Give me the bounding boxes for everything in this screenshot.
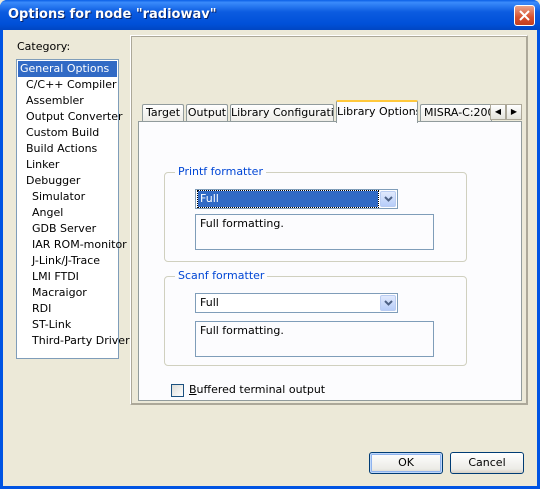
window-title: Options for node "radiowav" — [8, 7, 217, 22]
category-item-lmi-ftdi[interactable]: LMI FTDI — [18, 269, 117, 285]
cancel-button[interactable]: Cancel — [450, 452, 524, 474]
printf-description: Full formatting. — [195, 214, 434, 250]
category-item-build-actions[interactable]: Build Actions — [18, 141, 117, 157]
tab-library-options[interactable]: Library Options — [336, 100, 418, 123]
category-item-general-options[interactable]: General Options — [18, 61, 117, 77]
category-item-iar-rom-monitor[interactable]: IAR ROM-monitor — [18, 237, 127, 253]
tab-scroll-right-button[interactable]: ▶ — [506, 104, 522, 120]
tab-scroll-left-button[interactable]: ◀ — [490, 104, 506, 120]
tab-misra-c[interactable]: MISRA-C:2004 — [420, 104, 492, 122]
category-item-gdb-server[interactable]: GDB Server — [18, 221, 117, 237]
category-item-c-c-compiler[interactable]: C/C++ Compiler — [18, 77, 117, 93]
category-list[interactable]: General Options C/C++ Compiler Assembler Ou… — [16, 59, 130, 359]
tab-target[interactable]: Target — [142, 104, 184, 122]
tab-output[interactable]: Output — [186, 104, 228, 122]
category-item-custom-build[interactable]: Custom Build — [18, 125, 117, 141]
category-item-assembler[interactable]: Assembler — [18, 93, 117, 109]
close-button[interactable] — [514, 5, 535, 26]
category-item-linker[interactable]: Linker — [18, 157, 117, 173]
tab-library-configuration[interactable]: Library Configuration — [230, 104, 334, 122]
scanf-selected-value: Full — [200, 296, 219, 309]
category-label: Category: — [17, 40, 71, 53]
scanf-group-title: Scanf formatter — [175, 269, 268, 282]
printf-dropdown-button[interactable] — [380, 191, 396, 207]
buffered-terminal-output-checkbox[interactable] — [171, 384, 184, 397]
printf-group-title: Printf formatter — [175, 165, 266, 178]
printf-formatter-select[interactable]: Full — [195, 189, 398, 209]
close-icon — [519, 10, 530, 21]
chevron-left-icon: ◀ — [494, 107, 502, 116]
title-bar[interactable]: Options for node "radiowav" — [0, 0, 540, 30]
chevron-down-icon — [384, 300, 393, 306]
chevron-right-icon: ▶ — [510, 107, 518, 116]
scanf-description: Full formatting. — [195, 321, 434, 357]
category-item-output-converter[interactable]: Output Converter — [18, 109, 123, 125]
category-item-st-link[interactable]: ST-Link — [18, 317, 117, 333]
buffered-terminal-output-label[interactable]: Buffered terminal output — [189, 383, 325, 396]
scanf-dropdown-button[interactable] — [380, 295, 396, 311]
chevron-down-icon — [384, 196, 393, 202]
scanf-formatter-select[interactable]: Full — [195, 293, 398, 313]
scanf-formatter-group: Scanf formatter Full Full formatting. — [164, 269, 467, 366]
category-item-angel[interactable]: Angel — [18, 205, 117, 221]
category-item-third-party-driver[interactable]: Third-Party Driver — [18, 333, 130, 349]
category-item-simulator[interactable]: Simulator — [18, 189, 117, 205]
category-item-macraigor[interactable]: Macraigor — [18, 285, 117, 301]
category-item-j-link-j-trace[interactable]: J-Link/J-Trace — [18, 253, 117, 269]
printf-selected-value: Full — [197, 190, 379, 208]
printf-formatter-group: Printf formatter Full Full formatting. — [164, 165, 467, 262]
ok-button[interactable]: OK — [369, 452, 443, 474]
category-item-rdi[interactable]: RDI — [18, 301, 117, 317]
category-item-debugger[interactable]: Debugger — [18, 173, 117, 189]
